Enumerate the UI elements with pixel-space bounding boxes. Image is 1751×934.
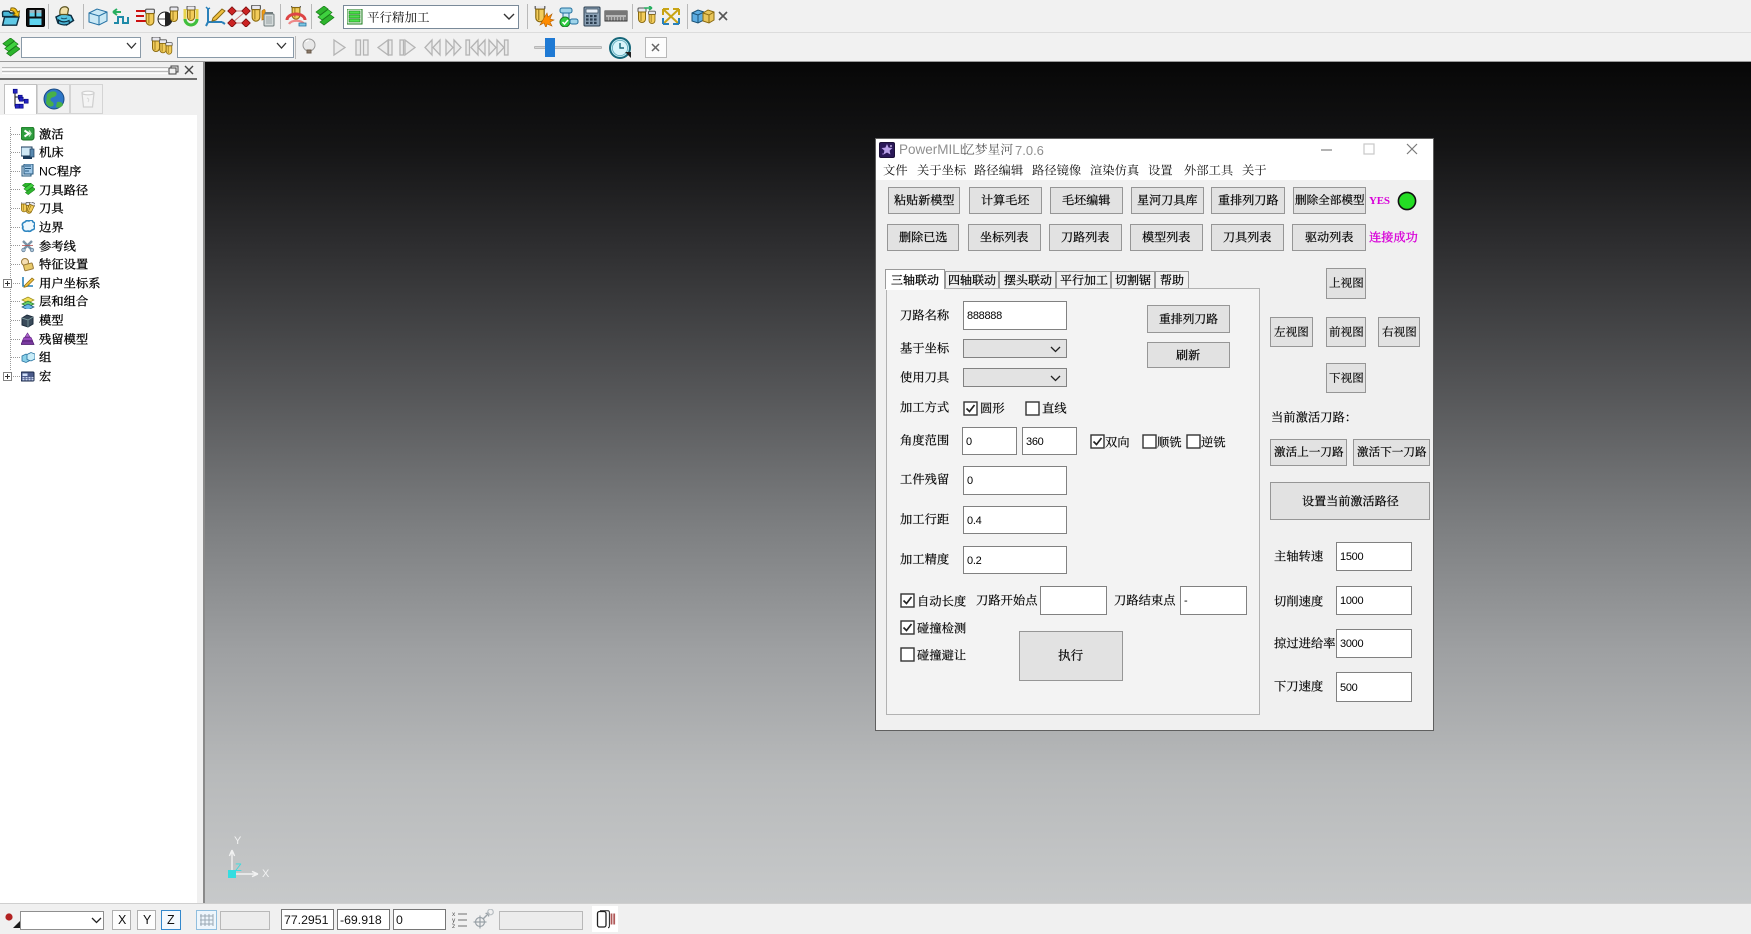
- svg-text:Z: Z: [235, 862, 242, 874]
- svg-text:Y: Y: [234, 835, 242, 847]
- svg-text:NC: NC: [39, 165, 57, 179]
- svg-text:X: X: [262, 868, 270, 880]
- svg-text:z: z: [452, 923, 455, 929]
